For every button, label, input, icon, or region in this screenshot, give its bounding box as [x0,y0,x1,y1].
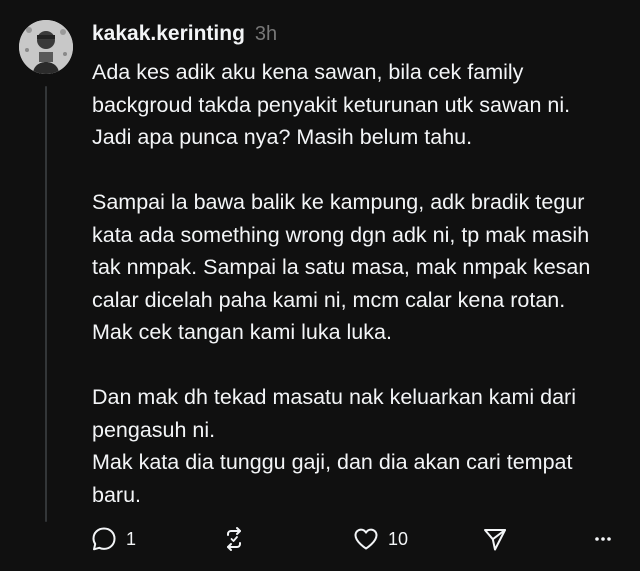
reply-button[interactable]: 1 [90,522,136,556]
action-bar: 1 10 [0,522,640,556]
text-line: baru. [92,482,142,507]
paper-plane-icon [484,529,506,551]
heart-icon [354,528,378,550]
text-line: tak nmpak. Sampai la satu masa, mak nmpa… [92,255,591,279]
comment-bubble-icon [92,527,116,551]
repost-button[interactable] [220,522,248,556]
text-line: pengasuh ni. [92,417,216,442]
like-button[interactable]: 10 [352,522,408,556]
text-line: backgroud takda penyakit keturunan utk s… [92,92,571,117]
username[interactable]: kakak.kerinting [92,22,245,46]
text-line: Mak cek tangan kami luka luka. [92,320,392,344]
share-button[interactable] [481,522,509,556]
ellipsis-icon [595,537,611,541]
like-count: 10 [388,528,409,549]
text-line: Mak kata dia tunggu gaji, dan dia akan c… [92,450,573,474]
text-line: Dan mak dh tekad masatu nak keluarkan ka… [92,385,576,409]
avatar-image [19,20,73,74]
post-text: Ada kes adik aku kena sawan, bila cek fa… [92,56,622,511]
thread-line [45,86,47,522]
more-options-button[interactable] [593,522,613,556]
post-time: 3h [254,23,278,45]
text-line: Jadi apa punca nya? Masih belum tahu. [92,125,473,149]
text-line: Ada kes adik aku kena sawan, bila cek fa… [92,60,524,84]
reply-count: 1 [126,528,137,549]
text-line: kata ada something wrong dgn adk ni, tp … [92,222,590,247]
avatar[interactable] [19,20,73,74]
thread-post: kakak.kerinting 3h Ada kes adik aku kena… [0,0,640,571]
post-header: kakak.kerinting 3h [92,22,277,50]
text-line: Sampai la bawa balik ke kampung, adk bra… [92,190,585,214]
repost-arrows-icon [227,527,241,551]
text-line: calar dicelah paha kami ni, mcm calar ke… [92,287,566,312]
